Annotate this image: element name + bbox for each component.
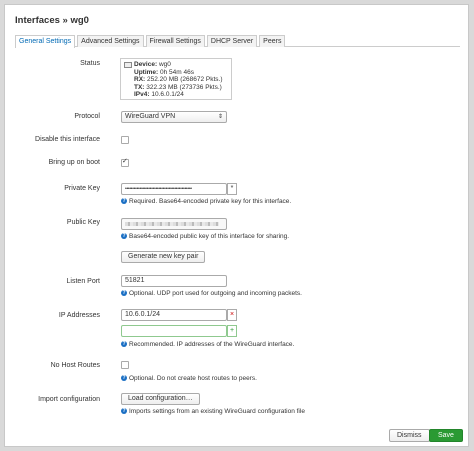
disable-label: Disable this interface <box>35 136 100 143</box>
public-key-help-text: Base64-encoded public key of this interf… <box>129 233 290 240</box>
help-icon: ? <box>121 198 127 205</box>
no-host-routes-label: No Host Routes <box>50 362 100 369</box>
new-ip-input[interactable] <box>121 325 227 337</box>
status-label: Status <box>80 60 100 67</box>
tab-firewall-settings[interactable]: Firewall Settings <box>145 35 205 47</box>
ip-help-text: Recommended. IP addresses of the WireGua… <box>129 341 295 348</box>
tab-dhcp-server[interactable]: DHCP Server <box>206 35 258 47</box>
no-host-routes-help: ? Optional. Do not create host routes to … <box>121 375 257 382</box>
help-icon: ? <box>121 341 127 348</box>
no-host-routes-help-text: Optional. Do not create host routes to p… <box>129 375 257 382</box>
tab-peers[interactable]: Peers <box>259 35 286 47</box>
device-value: wg0 <box>158 61 171 68</box>
status-box: Device: wg0 Uptime: 0h 54m 46s RX: 252.2… <box>120 58 232 100</box>
select-arrows-icon: ⇕ <box>217 114 223 120</box>
uptime-key: Uptime: <box>134 68 159 76</box>
remove-ip-icon[interactable]: × <box>227 309 237 321</box>
boot-checkbox[interactable]: ✓ <box>121 158 129 167</box>
import-label: Import configuration <box>38 396 100 403</box>
help-icon: ? <box>121 408 127 415</box>
listen-port-help: ? Optional. UDP port used for outgoing an… <box>121 290 302 297</box>
ipv4-value: 10.6.0.1/24 <box>151 91 184 98</box>
protocol-select[interactable]: WireGuard VPN ⇕ <box>121 111 227 123</box>
generate-key-button[interactable]: Generate new key pair <box>121 251 206 263</box>
import-help-text: Imports settings from an existing WireGu… <box>129 408 305 415</box>
private-key-input[interactable]: ••••••••••••••••••••••••••••••••••••••••… <box>121 183 227 195</box>
ip-help: ? Recommended. IP addresses of the WireGu… <box>121 341 294 348</box>
tab-bar: General Settings Advanced Settings Firew… <box>15 35 287 48</box>
ip-address-input[interactable]: 10.6.0.1/24 <box>121 309 227 321</box>
interface-dialog: Interfaces » wg0 General Settings Advanc… <box>4 4 469 447</box>
dialog-title: Interfaces » wg0 <box>15 15 89 26</box>
dismiss-button[interactable]: Dismiss <box>389 429 430 442</box>
protocol-value: WireGuard VPN <box>125 113 176 120</box>
private-key-help-text: Required. Base64-encoded private key for… <box>129 198 292 205</box>
save-button[interactable]: Save <box>429 429 463 442</box>
tx-key: TX: <box>134 83 145 91</box>
help-icon: ? <box>121 290 127 297</box>
listen-port-label: Listen Port <box>66 278 100 285</box>
tab-general-settings[interactable]: General Settings <box>15 35 76 48</box>
ip-addresses-label: IP Addresses <box>58 312 100 319</box>
import-help: ? Imports settings from an existing WireG… <box>121 408 305 415</box>
boot-label: Bring up on boot <box>48 159 100 166</box>
public-key-value <box>121 218 227 230</box>
private-key-help: ? Required. Base64-encoded private key fo… <box>121 198 291 205</box>
tx-value: 322.23 MB (273736 Pkts.) <box>146 83 222 91</box>
tab-advanced-settings[interactable]: Advanced Settings <box>77 35 144 47</box>
rx-value: 252.20 MB (268672 Pkts.) <box>147 76 223 83</box>
uptime-value: 0h 54m 46s <box>160 68 194 76</box>
help-icon: ? <box>121 375 127 382</box>
load-configuration-button[interactable]: Load configuration… <box>121 393 200 405</box>
listen-port-input[interactable]: 51821 <box>121 275 227 287</box>
blurred-key <box>125 222 219 226</box>
add-ip-icon[interactable]: + <box>227 325 237 337</box>
reveal-key-button[interactable]: * <box>227 183 237 195</box>
no-host-routes-checkbox[interactable] <box>121 361 129 369</box>
rx-key: RX: <box>134 76 146 83</box>
public-key-label: Public Key <box>66 219 100 226</box>
device-key: Device: <box>134 61 158 68</box>
public-key-help: ? Base64-encoded public key of this inter… <box>121 233 289 240</box>
checkmark-icon: ✓ <box>122 158 128 165</box>
ipv4-key: IPv4: <box>134 91 150 98</box>
help-icon: ? <box>121 233 127 240</box>
protocol-label: Protocol <box>74 113 100 120</box>
private-key-label: Private Key <box>64 185 100 192</box>
listen-port-help-text: Optional. UDP port used for outgoing and… <box>129 290 302 297</box>
network-device-icon <box>124 62 132 68</box>
disable-checkbox[interactable] <box>121 136 129 144</box>
